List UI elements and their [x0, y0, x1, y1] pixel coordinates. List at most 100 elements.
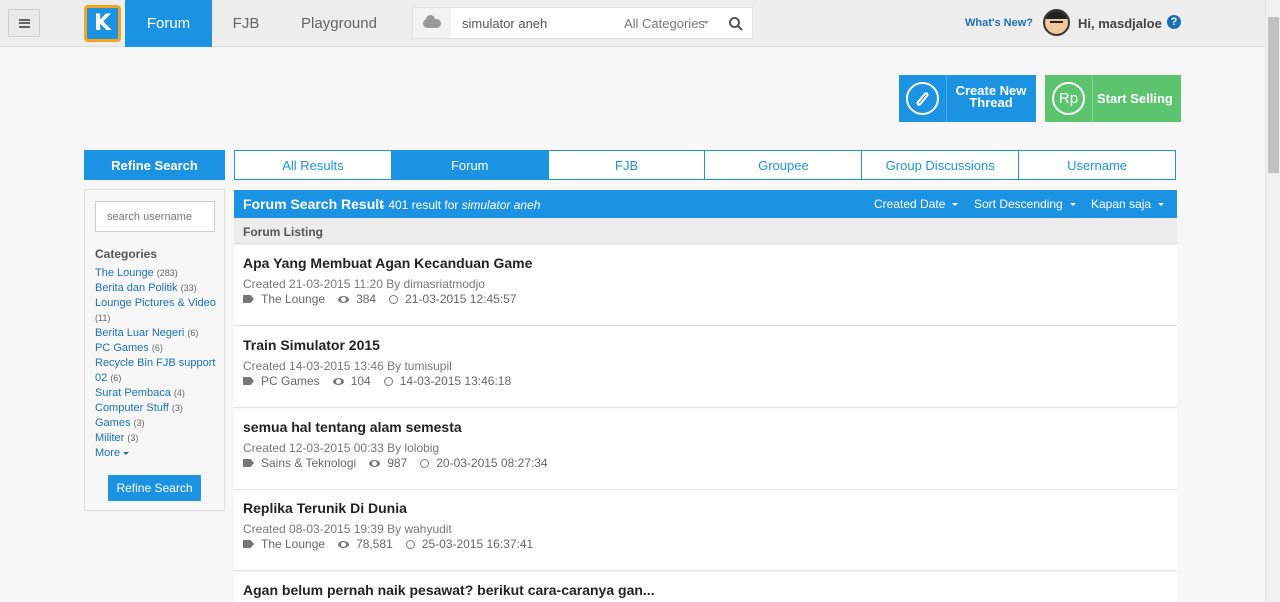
top-navbar: K Forum FJB Playground All Categories Wh…: [0, 0, 1265, 47]
tab-username[interactable]: Username: [1019, 151, 1175, 179]
category-list: The Lounge (283) Berita dan Politik (33)…: [95, 266, 220, 461]
help-icon[interactable]: ?: [1167, 15, 1181, 29]
eye-icon: [369, 459, 381, 467]
thread-title-link[interactable]: Agan belum pernah naik pesawat? berikut …: [243, 582, 655, 598]
thread-row: Agan belum pernah naik pesawat? berikut …: [234, 572, 1177, 602]
result-header: Forum Search Result - 401 result for sim…: [234, 190, 1177, 218]
thread-title-link[interactable]: semua hal tentang alam semesta: [243, 419, 462, 435]
thread-category-link[interactable]: The Lounge: [261, 537, 325, 551]
thread-last-post: 21-03-2015 12:45:57: [405, 292, 517, 306]
category-item[interactable]: The Lounge (283): [95, 266, 220, 281]
thread-category-link[interactable]: PC Games: [261, 374, 320, 388]
sort-order-dropdown[interactable]: Sort Descending: [974, 197, 1076, 211]
thread-views: 384: [356, 292, 377, 306]
thread-stats: Sains & Teknologi 987 20-03-2015 08:27:3…: [243, 456, 548, 470]
clock-icon: [405, 539, 415, 549]
pencil-icon: [906, 82, 939, 115]
thread-stats: PC Games 104 14-03-2015 13:46:18: [243, 374, 511, 388]
category-item[interactable]: Computer Stuff (3): [95, 401, 220, 416]
page-scrollbar[interactable]: [1265, 0, 1280, 602]
logo-text: K: [93, 11, 112, 36]
refine-search-header: Refine Search: [84, 150, 225, 180]
create-thread-label: Create New Thread: [955, 83, 1027, 110]
category-item[interactable]: PC Games (6): [95, 341, 220, 356]
tab-all-results[interactable]: All Results: [235, 151, 392, 179]
sort-created-date-dropdown[interactable]: Created Date: [874, 197, 959, 211]
thread-stats: The Lounge 384 21-03-2015 12:45:57: [243, 292, 517, 306]
categories-heading: Categories: [95, 247, 158, 261]
thread-meta: Created 08-03-2015 19:39 By wahyudit: [243, 522, 452, 536]
search-category-select[interactable]: All Categories: [624, 16, 705, 31]
tag-icon: [243, 540, 254, 548]
eye-icon: [338, 295, 350, 303]
start-selling-label: Start Selling: [1097, 91, 1173, 106]
refine-search-button[interactable]: Refine Search: [108, 475, 201, 501]
menu-icon: [18, 18, 30, 28]
search-result-tabs: All Results Forum FJB Groupee Group Disc…: [234, 150, 1176, 180]
category-item[interactable]: Lounge Pictures & Video (11): [95, 296, 220, 326]
nav-playground-tab[interactable]: Playground: [290, 0, 388, 47]
tag-icon: [243, 295, 254, 303]
eye-icon: [338, 540, 350, 548]
result-count: - 401 result for simulator aneh: [381, 198, 541, 212]
rupiah-icon: Rp: [1052, 82, 1085, 115]
tab-groupee[interactable]: Groupee: [705, 151, 863, 179]
thread-category-link[interactable]: The Lounge: [261, 292, 325, 306]
thread-category-link[interactable]: Sains & Teknologi: [261, 456, 356, 470]
thread-last-post: 20-03-2015 08:27:34: [436, 456, 548, 470]
scrollbar-thumb[interactable]: [1268, 17, 1279, 173]
create-new-thread-button[interactable]: Create New Thread: [899, 75, 1036, 122]
search-bar: All Categories: [412, 7, 753, 39]
caret-down-icon: [123, 451, 130, 455]
tab-fjb[interactable]: FJB: [548, 151, 706, 179]
thread-last-post: 25-03-2015 16:37:41: [421, 537, 534, 551]
search-input[interactable]: [462, 16, 612, 31]
clock-icon: [383, 376, 393, 386]
more-categories-link[interactable]: More: [95, 446, 220, 461]
thread-row: Replika Terunik Di Dunia Created 08-03-2…: [234, 490, 1177, 571]
time-range-dropdown[interactable]: Kapan saja: [1091, 197, 1165, 211]
category-item[interactable]: Surat Pembaca (4): [95, 386, 220, 401]
button-divider: [1092, 75, 1093, 122]
thread-meta: Created 21-03-2015 11:20 By dimasriatmod…: [243, 277, 485, 291]
button-divider: [946, 75, 947, 122]
thread-meta: Created 12-03-2015 00:33 By lolobig: [243, 441, 440, 455]
category-item[interactable]: Berita Luar Negeri (6): [95, 326, 220, 341]
avatar[interactable]: [1043, 9, 1070, 36]
forum-listing-label: Forum Listing: [234, 218, 1177, 244]
thread-title-link[interactable]: Apa Yang Membuat Agan Kecanduan Game: [243, 255, 532, 271]
eye-icon: [332, 377, 344, 385]
search-cloud-icon[interactable]: [413, 8, 451, 38]
chevron-down-icon[interactable]: [703, 21, 709, 24]
result-title: Forum Search Result: [243, 196, 384, 212]
clock-icon: [389, 294, 399, 304]
search-icon[interactable]: [728, 16, 744, 32]
category-item[interactable]: Berita dan Politik (33): [95, 281, 220, 296]
thread-row: Apa Yang Membuat Agan Kecanduan Game Cre…: [234, 245, 1177, 326]
start-selling-button[interactable]: Rp Start Selling: [1045, 75, 1181, 122]
thread-stats: The Lounge 78,581 25-03-2015 16:37:41: [243, 537, 533, 551]
user-greeting[interactable]: Hi, masdjaloe: [1078, 16, 1162, 31]
thread-title-link[interactable]: Train Simulator 2015: [243, 337, 380, 353]
category-item[interactable]: Games (3): [95, 416, 220, 431]
tag-icon: [243, 459, 254, 467]
tag-icon: [243, 377, 254, 385]
kaskus-logo[interactable]: K: [84, 5, 121, 42]
category-item[interactable]: Recycle Bin FJB support 02 (6): [95, 356, 220, 386]
thread-views: 78,581: [356, 537, 393, 551]
nav-forum-tab[interactable]: Forum: [125, 0, 212, 47]
tab-group-discussions[interactable]: Group Discussions: [862, 151, 1020, 179]
username-search-input[interactable]: [95, 201, 215, 232]
thread-last-post: 14-03-2015 13:46:18: [399, 374, 512, 388]
thread-views: 104: [350, 374, 371, 388]
tab-forum[interactable]: Forum: [391, 151, 549, 179]
whats-new-link[interactable]: What's New?: [965, 17, 1033, 29]
refine-sidebar: Categories The Lounge (283) Berita dan P…: [84, 189, 225, 511]
thread-title-link[interactable]: Replika Terunik Di Dunia: [243, 500, 407, 516]
thread-row: semua hal tentang alam semesta Created 1…: [234, 409, 1177, 490]
nav-fjb-tab[interactable]: FJB: [222, 0, 270, 47]
thread-row: Train Simulator 2015 Created 14-03-2015 …: [234, 327, 1177, 408]
category-item[interactable]: Militer (3): [95, 431, 220, 446]
thread-meta: Created 14-03-2015 13:46 By tumisupil: [243, 359, 452, 373]
hamburger-menu-button[interactable]: [8, 9, 40, 37]
